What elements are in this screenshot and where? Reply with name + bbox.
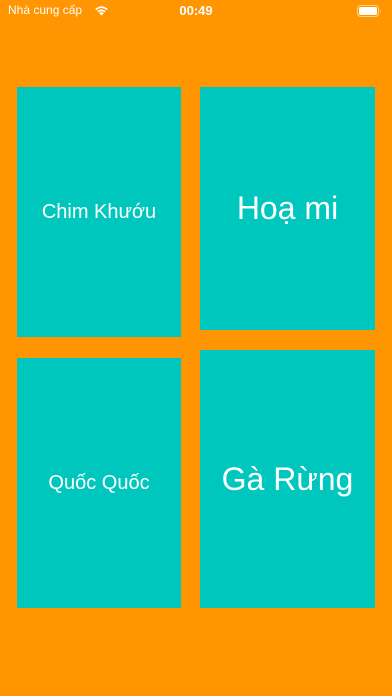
tile-quoc-quoc[interactable]: Quốc Quốc [17,358,181,608]
tile-chim-khuou[interactable]: Chim Khướu [17,87,181,337]
battery-icon [357,5,381,17]
tile-ga-rung[interactable]: Gà Rừng [200,350,375,608]
tile-label: Hoạ mi [236,190,339,226]
tile-label: Chim Khướu [41,200,157,223]
tile-label: Quốc Quốc [48,471,150,494]
status-time: 00:49 [179,3,213,18]
tile-hoa-mi[interactable]: Hoạ mi [200,87,375,330]
tile-label: Gà Rừng [221,460,354,497]
status-bar: Nhà cung cấp 00:49 [0,0,392,24]
